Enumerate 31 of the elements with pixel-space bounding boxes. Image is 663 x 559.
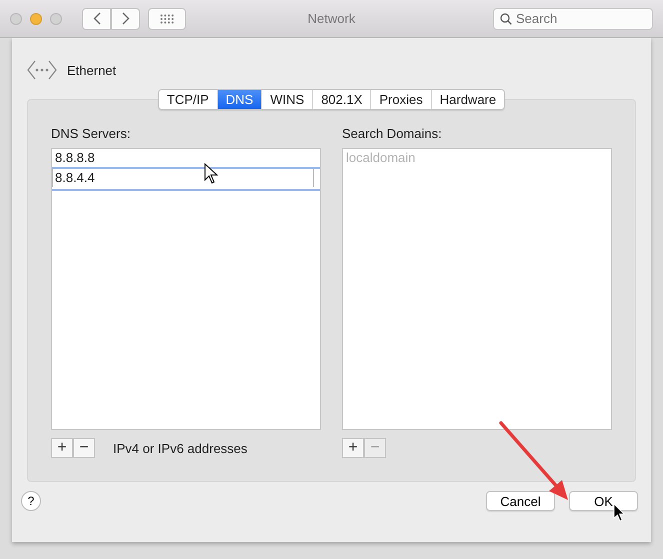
- remove-button[interactable]: −: [73, 438, 95, 458]
- search-icon: [500, 12, 512, 24]
- cancel-button[interactable]: Cancel: [486, 491, 555, 511]
- edit-field[interactable]: 8.8.4.4: [52, 167, 320, 191]
- back-button[interactable]: [82, 8, 111, 30]
- list-label: DNS Servers:: [51, 126, 132, 142]
- tab[interactable]: Hardware: [430, 90, 504, 109]
- chevron-left-icon: [92, 12, 100, 25]
- tab[interactable]: DNS: [216, 90, 262, 109]
- ok-button[interactable]: OK: [569, 491, 638, 511]
- pointer-icon: [614, 503, 625, 522]
- tab[interactable]: TCP/IP: [158, 90, 217, 109]
- ethernet-icon: [27, 60, 57, 80]
- list-label: Search Domains:: [342, 126, 443, 142]
- forward-button[interactable]: [111, 8, 140, 30]
- grid-button[interactable]: [148, 8, 186, 30]
- chevron-right-icon: [122, 12, 130, 25]
- add-button[interactable]: +: [342, 438, 364, 458]
- tab[interactable]: Proxies: [370, 90, 431, 109]
- help-button[interactable]: ?: [21, 491, 41, 511]
- search-field[interactable]: Search: [493, 8, 653, 30]
- list-box[interactable]: 8.8.8.8 8.8.4.4: [51, 148, 321, 430]
- grid-icon: [160, 14, 174, 24]
- list-entry[interactable]: 8.8.8.8: [52, 149, 320, 167]
- hint-text: IPv4 or IPv6 addresses: [113, 440, 248, 456]
- tab[interactable]: WINS: [261, 90, 312, 109]
- interface-name: Ethernet: [67, 62, 116, 78]
- tab[interactable]: 802.1X: [312, 90, 370, 109]
- pointer-icon: [204, 162, 218, 184]
- add-button[interactable]: +: [51, 438, 73, 458]
- window-title: Network: [308, 11, 356, 26]
